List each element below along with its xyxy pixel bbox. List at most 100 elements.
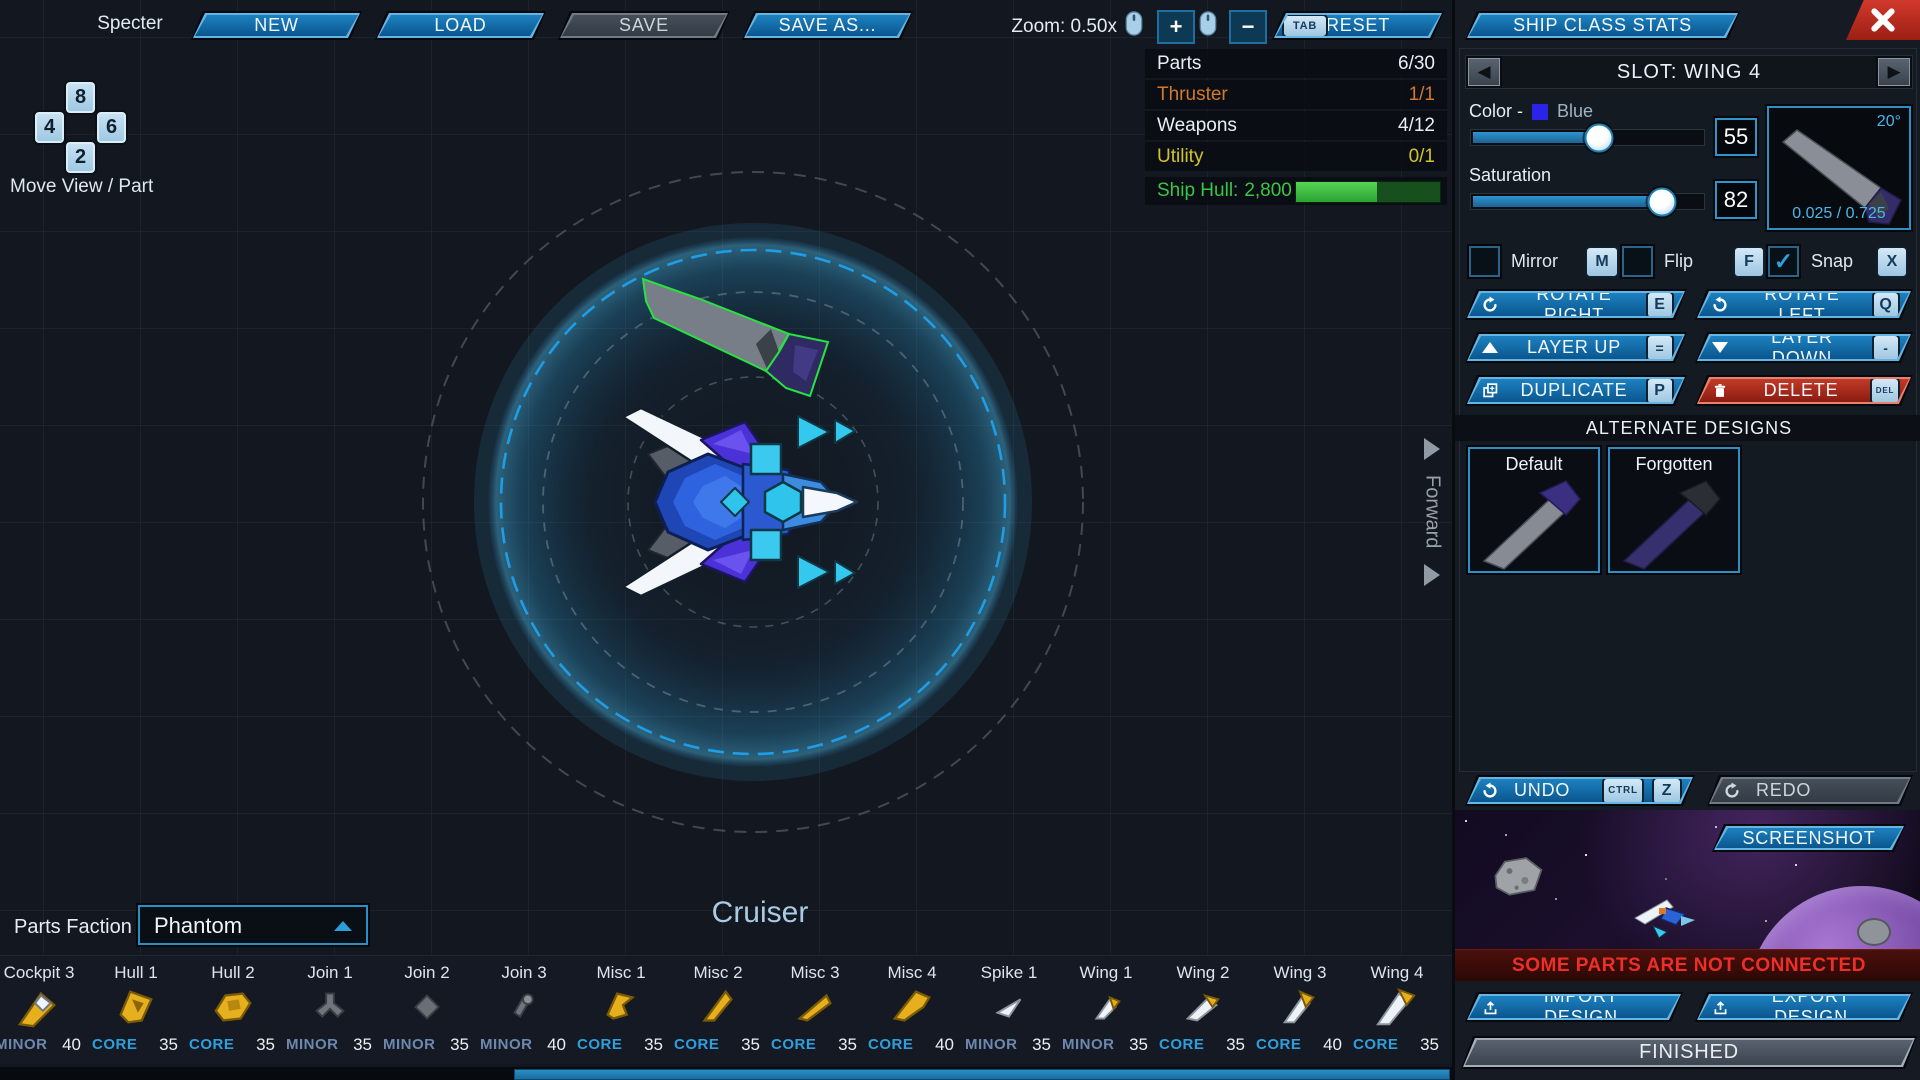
- part-item[interactable]: Cockpit 3MINOR40: [0, 956, 87, 1062]
- part-item[interactable]: Spike 1MINOR35: [961, 956, 1057, 1062]
- wing2-icon: [1180, 984, 1226, 1030]
- part-cost: 40: [1323, 1035, 1342, 1055]
- flip-checkbox[interactable]: ✓: [1622, 246, 1653, 277]
- parts-faction-dropdown[interactable]: Phantom: [138, 905, 368, 945]
- finished-label: FINISHED: [1639, 1041, 1739, 1064]
- zoom-out-button[interactable]: −: [1229, 10, 1267, 44]
- zoom-out-label: −: [1242, 14, 1255, 40]
- part-preview-box: 20° 0.025 / 0.725: [1767, 106, 1911, 230]
- save-as-button[interactable]: SAVE AS...: [742, 11, 913, 40]
- wing3-icon: [1277, 984, 1323, 1030]
- color-slider[interactable]: [1470, 129, 1705, 146]
- mini-ship-image: [1633, 888, 1709, 946]
- part-item[interactable]: Wing 3CORE40: [1252, 956, 1348, 1062]
- parts-strip[interactable]: Cockpit 3MINOR40Hull 1CORE35Hull 2CORE35…: [0, 955, 1452, 1064]
- misc1-icon: [598, 984, 644, 1030]
- ship-class-stats-button[interactable]: SHIP CLASS STATS: [1465, 11, 1740, 40]
- part-item[interactable]: Wing 2CORE35: [1155, 956, 1251, 1062]
- join3-icon: [501, 984, 547, 1030]
- import-icon: [1478, 999, 1502, 1016]
- delete-key: DEL: [1870, 377, 1900, 405]
- color-value-box[interactable]: 55: [1715, 118, 1757, 156]
- saturation-value-box[interactable]: 82: [1715, 181, 1757, 219]
- close-button[interactable]: [1846, 0, 1920, 40]
- saturation-slider-knob[interactable]: [1648, 187, 1677, 216]
- export-design-button[interactable]: EXPORT DESIGN: [1695, 992, 1913, 1022]
- finished-button[interactable]: FINISHED: [1461, 1036, 1917, 1069]
- rotate-left-button[interactable]: ROTATE LEFT Q: [1695, 289, 1913, 320]
- part-item[interactable]: Join 1MINOR35: [282, 956, 378, 1062]
- duplicate-button[interactable]: DUPLICATE P: [1465, 375, 1687, 406]
- misc3-icon: [792, 984, 838, 1030]
- warning-banner: SOME PARTS ARE NOT CONNECTED: [1455, 949, 1920, 981]
- color-slider-fill: [1473, 132, 1601, 143]
- part-item[interactable]: Wing 4CORE35: [1349, 956, 1445, 1062]
- delete-button[interactable]: DELETE DEL: [1695, 375, 1913, 406]
- mirror-label: Mirror: [1511, 251, 1558, 272]
- part-tier: CORE: [92, 1036, 137, 1053]
- layer-up-button[interactable]: LAYER UP =: [1465, 332, 1687, 363]
- redo-button[interactable]: REDO: [1707, 775, 1913, 806]
- layer-down-button[interactable]: LAYER DOWN -: [1695, 332, 1913, 363]
- move-key-up[interactable]: 8: [64, 80, 97, 115]
- part-item[interactable]: Hull 1CORE35: [88, 956, 184, 1062]
- saturation-value: 82: [1724, 187, 1748, 213]
- warning-text: SOME PARTS ARE NOT CONNECTED: [1512, 955, 1866, 977]
- new-button[interactable]: NEW: [191, 11, 362, 40]
- alt-design-name: Default: [1470, 454, 1598, 475]
- parts-scrollbar-thumb[interactable]: [514, 1069, 1450, 1080]
- flip-key: F: [1733, 246, 1765, 278]
- load-button[interactable]: LOAD: [375, 11, 546, 40]
- mouse-wheel-icon: [1125, 10, 1143, 37]
- part-item[interactable]: Misc 4CORE40: [864, 956, 960, 1062]
- part-item[interactable]: Misc 3CORE35: [767, 956, 863, 1062]
- reset-button[interactable]: TAB RESET: [1272, 11, 1444, 40]
- move-key-down[interactable]: 2: [64, 140, 97, 175]
- part-name: Join 3: [476, 963, 572, 983]
- layer-up-key: =: [1646, 334, 1674, 362]
- part-item[interactable]: Join 2MINOR35: [379, 956, 475, 1062]
- undo-button[interactable]: UNDO CTRL Z: [1465, 775, 1695, 806]
- part-tier: CORE: [674, 1036, 719, 1053]
- mouse-wheel-icon: [1199, 10, 1217, 37]
- part-name: Wing 1: [1058, 963, 1154, 983]
- part-item[interactable]: Hull 2CORE35: [185, 956, 281, 1062]
- slot-title: SLOT: WING 4: [1466, 56, 1912, 88]
- mirror-checkbox[interactable]: ✓: [1469, 246, 1500, 277]
- part-tier: CORE: [1353, 1036, 1398, 1053]
- part-item[interactable]: Misc 2CORE35: [670, 956, 766, 1062]
- save-button[interactable]: SAVE: [558, 11, 730, 40]
- zoom-in-button[interactable]: +: [1157, 10, 1195, 44]
- alt-design-default[interactable]: Default: [1468, 447, 1600, 573]
- rotate-right-button[interactable]: ROTATE RIGHT E: [1465, 289, 1687, 320]
- part-tier: MINOR: [286, 1036, 339, 1053]
- part-name: Hull 2: [185, 963, 281, 983]
- part-item[interactable]: Wing 1MINOR35: [1058, 956, 1154, 1062]
- alt-design-forgotten[interactable]: Forgotten: [1608, 447, 1740, 573]
- part-name: Misc 2: [670, 963, 766, 983]
- part-item[interactable]: Join 3MINOR40: [476, 956, 572, 1062]
- parts-scrollbar[interactable]: [0, 1067, 1452, 1080]
- part-item[interactable]: Misc 1CORE35: [573, 956, 669, 1062]
- screenshot-button[interactable]: SCREENSHOT: [1712, 824, 1906, 852]
- snap-checkbox[interactable]: ✓: [1768, 246, 1799, 277]
- import-design-button[interactable]: IMPORT DESIGN: [1465, 992, 1683, 1022]
- hull-label: Ship Hull:: [1157, 180, 1238, 202]
- part-tier: CORE: [868, 1036, 913, 1053]
- part-name: Spike 1: [961, 963, 1057, 983]
- hull-bar: [1295, 181, 1441, 203]
- trash-icon: [1708, 382, 1732, 399]
- move-key-left[interactable]: 4: [33, 110, 66, 145]
- color-slider-knob[interactable]: [1585, 123, 1614, 152]
- move-key-right[interactable]: 6: [95, 110, 128, 145]
- part-tier: MINOR: [480, 1036, 533, 1053]
- ship-stats-panel: Parts6/30Thruster1/1Weapons4/12Utility0/…: [1145, 49, 1447, 209]
- saturation-label: Saturation: [1469, 165, 1551, 186]
- part-cost: 35: [644, 1035, 663, 1055]
- part-cost: 35: [838, 1035, 857, 1055]
- crater-image: [1857, 918, 1891, 946]
- saturation-slider[interactable]: [1470, 193, 1705, 210]
- part-cost: 35: [1226, 1035, 1245, 1055]
- part-name: Misc 1: [573, 963, 669, 983]
- redo-label: REDO: [1752, 780, 1900, 801]
